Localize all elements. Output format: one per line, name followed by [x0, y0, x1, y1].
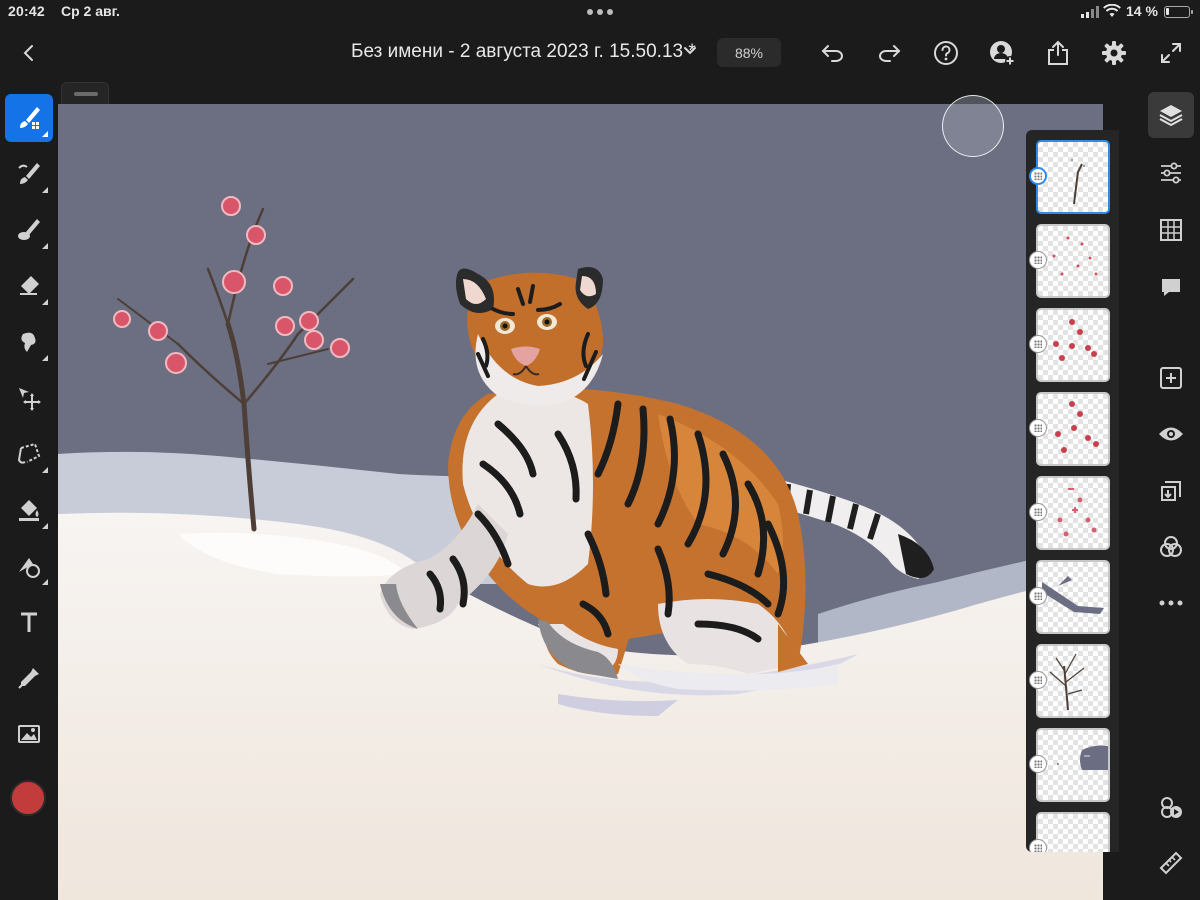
layer-drag-handle-icon[interactable] — [1029, 839, 1047, 852]
layers-icon[interactable] — [1148, 92, 1194, 138]
add-layer-icon[interactable] — [1148, 355, 1194, 401]
left-toolbar — [0, 80, 58, 900]
help-icon[interactable] — [930, 37, 962, 69]
battery-percent: 14 % — [1126, 3, 1158, 19]
move-tool-icon[interactable] — [5, 374, 53, 422]
smudge-brush-icon[interactable] — [5, 150, 53, 198]
status-time: 20:42 — [8, 3, 45, 19]
layer-thumbnail[interactable] — [1036, 224, 1110, 298]
cellular-signal-icon — [1081, 6, 1099, 18]
blend-brush-icon[interactable] — [5, 206, 53, 254]
livestream-icon[interactable] — [1148, 784, 1194, 830]
ruler-icon[interactable] — [1148, 840, 1194, 886]
layer-thumbnail[interactable] — [1036, 392, 1110, 466]
layer-drag-handle-icon[interactable] — [1029, 755, 1047, 773]
invite-user-icon[interactable] — [986, 37, 1018, 69]
liquify-icon[interactable] — [5, 318, 53, 366]
zoom-level[interactable]: 88% — [717, 38, 781, 67]
current-color-swatch[interactable] — [10, 780, 46, 816]
status-bar: 20:42 Ср 2 авг. 14 % — [0, 0, 1200, 24]
place-image-icon[interactable] — [5, 710, 53, 758]
battery-icon — [1164, 6, 1193, 18]
redo-icon[interactable] — [874, 38, 904, 68]
panel-drag-handle[interactable] — [74, 92, 98, 96]
lasso-select-icon[interactable] — [5, 430, 53, 478]
layer-drag-handle-icon[interactable] — [1029, 251, 1047, 269]
top-toolbar: Без имени - 2 августа 2023 г. 15.50.13 *… — [0, 24, 1200, 80]
layer-thumbnail[interactable] — [1036, 812, 1110, 852]
comments-icon[interactable] — [1148, 264, 1194, 310]
layer-properties-icon[interactable] — [1148, 150, 1194, 196]
layers-panel — [1026, 130, 1119, 852]
back-chevron-icon[interactable] — [14, 38, 44, 68]
layer-drag-handle-icon[interactable] — [1029, 587, 1047, 605]
layer-thumbnail[interactable] — [1036, 308, 1110, 382]
layer-thumbnail[interactable] — [1036, 728, 1110, 802]
layer-drag-handle-icon[interactable] — [1029, 671, 1047, 689]
merge-down-icon[interactable] — [1148, 468, 1194, 514]
eyedropper-icon[interactable] — [5, 654, 53, 702]
visibility-eye-icon[interactable] — [1148, 411, 1194, 457]
right-toolbar — [1143, 80, 1200, 900]
layer-thumbnail[interactable] — [1036, 140, 1110, 214]
undo-icon[interactable] — [818, 38, 848, 68]
layer-drag-handle-icon[interactable] — [1029, 167, 1047, 185]
drawing-canvas[interactable] — [58, 104, 1103, 900]
wifi-icon — [1103, 4, 1121, 17]
fullscreen-icon[interactable] — [1155, 37, 1187, 69]
layer-thumbnail[interactable] — [1036, 476, 1110, 550]
layer-thumbnail[interactable] — [1036, 560, 1110, 634]
settings-gear-icon[interactable] — [1098, 37, 1130, 69]
brush-icon[interactable] — [5, 94, 53, 142]
title-dropdown-chevron-icon[interactable] — [678, 39, 702, 63]
text-tool-icon[interactable] — [5, 598, 53, 646]
status-date: Ср 2 авг. — [61, 3, 120, 19]
layer-drag-handle-icon[interactable] — [1029, 503, 1047, 521]
layer-drag-handle-icon[interactable] — [1029, 335, 1047, 353]
layer-drag-handle-icon[interactable] — [1029, 419, 1047, 437]
touch-cursor-indicator — [942, 95, 1004, 157]
transform-icon[interactable] — [5, 542, 53, 590]
fill-bucket-icon[interactable] — [5, 486, 53, 534]
eraser-icon[interactable] — [5, 262, 53, 310]
document-title[interactable]: Без имени - 2 августа 2023 г. 15.50.13 * — [351, 41, 696, 63]
blossoms — [113, 196, 350, 374]
multitasking-dots-icon[interactable] — [587, 9, 613, 15]
more-options-icon[interactable] — [1148, 580, 1194, 626]
share-icon[interactable] — [1042, 37, 1074, 69]
blend-modes-icon[interactable] — [1148, 524, 1194, 570]
layer-thumbnail[interactable] — [1036, 644, 1110, 718]
artwork-tiger-in-snow — [58, 196, 1103, 900]
grid-icon[interactable] — [1148, 207, 1194, 253]
